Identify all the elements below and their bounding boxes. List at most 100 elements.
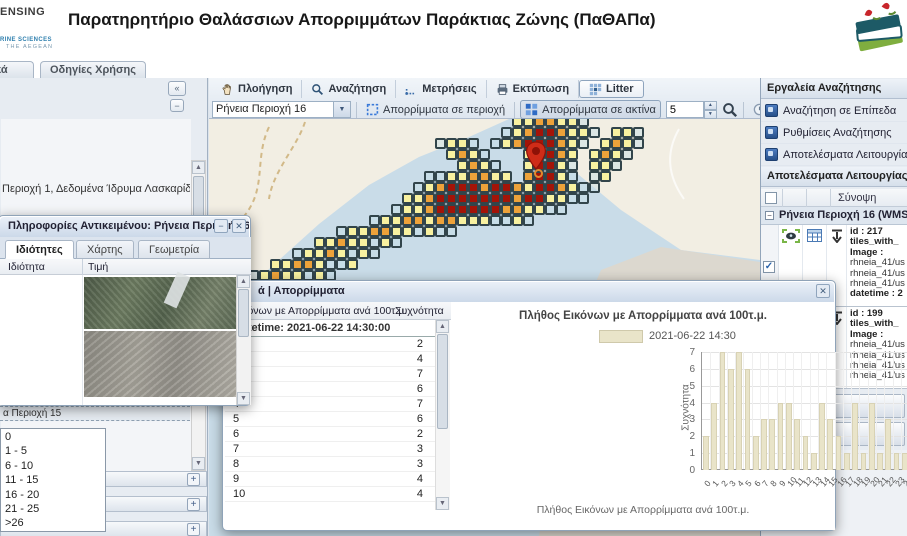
heat-cell <box>490 204 501 215</box>
scroll-down-icon[interactable]: ▼ <box>192 457 205 470</box>
table-row[interactable]: 27 <box>225 367 435 382</box>
heat-cell <box>545 204 556 215</box>
sidebar-item-results[interactable]: Αποτελέσματα Λειτουργίας Αναγν <box>761 144 907 166</box>
download-icon[interactable] <box>831 229 843 243</box>
map-marker-icon[interactable] <box>525 141 547 170</box>
tab-measure[interactable]: Μετρήσεις <box>396 80 486 98</box>
collapse-left-panel-button[interactable]: « <box>168 81 186 96</box>
minimize-icon[interactable]: − <box>214 219 228 233</box>
expand-icon[interactable]: + <box>187 473 200 486</box>
heat-cell <box>402 215 413 226</box>
grid-scrollbar[interactable]: ▲ ▼ <box>435 320 450 510</box>
scroll-up-icon[interactable]: ▲ <box>237 275 250 288</box>
heat-cell <box>435 171 446 182</box>
window-title[interactable]: Πληροφορίες Αντικειμένου: Ρήνεια Περιοχή… <box>0 217 249 237</box>
region-select[interactable]: Ρήνεια Περιοχή 16 <box>212 101 334 118</box>
feature-info-window[interactable]: Πληροφορίες Αντικειμένου: Ρήνεια Περιοχή… <box>0 215 251 406</box>
tab-litter[interactable]: Litter <box>579 80 644 98</box>
seafloor-photo[interactable] <box>84 277 236 329</box>
table-row[interactable]: 02 <box>225 337 435 352</box>
heatmap-grid[interactable] <box>248 119 655 303</box>
column-header-count[interactable]: Εικόνων με Απορρίμματα ανά 100τ.μ. <box>233 305 407 317</box>
wms-tree-header[interactable]: Ρήνεια Περιοχή 16 (WMS) <box>761 207 907 225</box>
heat-cell <box>600 149 611 160</box>
expand-icon[interactable]: + <box>187 498 200 511</box>
tree-collapse-icon[interactable]: − <box>765 211 774 220</box>
legend-item[interactable]: 11 - 15 <box>1 473 105 487</box>
minimize-button[interactable]: − <box>170 99 184 112</box>
summary-column-header[interactable]: Σύνοψη <box>838 192 876 204</box>
litter-in-radius-button[interactable]: Απορρίμματα σε ακτίνα <box>520 100 661 119</box>
select-all-checkbox[interactable] <box>765 192 777 204</box>
books-logo-icon <box>845 1 907 59</box>
close-icon[interactable]: ✕ <box>816 284 830 298</box>
spin-down-icon[interactable]: ▼ <box>704 110 717 119</box>
heat-cell <box>479 149 490 160</box>
table-row[interactable]: 56 <box>225 412 435 427</box>
scroll-up-icon[interactable]: ▲ <box>436 320 449 333</box>
scroll-thumb[interactable] <box>238 289 249 337</box>
table-row[interactable]: 47 <box>225 397 435 412</box>
results-section-header[interactable]: Αποτελέσματα Λειτουργίας Αναγ <box>761 167 907 187</box>
tab-navigation[interactable]: Πλοήγηση <box>212 80 302 98</box>
radius-input[interactable] <box>666 101 704 118</box>
column-header-value[interactable]: Τιμή <box>88 261 108 273</box>
legend-item[interactable]: 21 - 25 <box>1 502 105 516</box>
heat-cell <box>479 171 490 182</box>
column-header-frequency[interactable]: Συχνότητα <box>395 305 444 317</box>
tab-general[interactable]: ικά <box>0 61 34 78</box>
window-title[interactable]: ά | Απορρίμματα <box>224 282 834 302</box>
legend-item[interactable]: 16 - 20 <box>1 488 105 502</box>
column-header-attribute[interactable]: Ιδιότητα <box>8 261 45 273</box>
scroll-down-icon[interactable]: ▼ <box>436 497 449 510</box>
legend-item[interactable]: 1 - 5 <box>1 444 105 458</box>
heat-cell <box>347 248 358 259</box>
scroll-down-icon[interactable]: ▼ <box>237 392 250 405</box>
tab-user-guide[interactable]: Οδηγίες Χρήσης <box>40 61 146 78</box>
sidebar-item-label: Αναζήτηση σε Επίπεδα <box>783 105 896 117</box>
tab-map[interactable]: Χάρτης <box>76 240 134 259</box>
table-row[interactable]: 83 <box>225 457 435 472</box>
table-row[interactable]: 36 <box>225 382 435 397</box>
spin-up-icon[interactable]: ▲ <box>704 101 717 110</box>
tree-item-region15[interactable]: α Περιοχή 15 <box>0 406 190 421</box>
row-checkbox[interactable]: ✓ <box>763 261 775 273</box>
bar <box>703 436 709 470</box>
bar <box>811 453 817 470</box>
litter-chart-window[interactable]: ά | Απορρίμματα ✕ Εικόνων με Απορρίμματα… <box>222 280 836 531</box>
tab-print[interactable]: Εκτύπωση <box>487 80 579 98</box>
table-row[interactable]: 62 <box>225 427 435 442</box>
legend-item[interactable]: >26 <box>1 516 105 530</box>
tab-geometry[interactable]: Γεωμετρία <box>138 240 210 259</box>
radius-spinner[interactable]: ▲▼ <box>704 101 717 118</box>
expand-icon[interactable]: + <box>187 523 200 536</box>
seafloor-photo[interactable] <box>84 331 236 397</box>
close-icon[interactable]: ✕ <box>232 219 246 233</box>
heat-cell <box>446 149 457 160</box>
eye-focus-icon[interactable] <box>782 229 800 243</box>
sidebar-item-search-settings[interactable]: Ρυθμίσεις Αναζήτησης <box>761 122 907 144</box>
legend-item[interactable]: 6 - 10 <box>1 459 105 473</box>
gridline <box>810 352 811 469</box>
legend-item[interactable]: 0 <box>1 430 105 444</box>
scroll-up-icon[interactable]: ▲ <box>192 161 205 174</box>
run-search-icon[interactable] <box>722 102 738 118</box>
heat-cell <box>435 193 446 204</box>
tab-search[interactable]: Αναζήτηση <box>302 80 396 98</box>
layer-list-item[interactable]: Περιοχή 1, Δεδομένα Ίδρυμα Λασκαρίδη, ΑΙ <box>2 183 190 195</box>
table-row[interactable]: 104 <box>225 487 435 502</box>
table-row[interactable]: 94 <box>225 472 435 487</box>
table-row[interactable]: 73 <box>225 442 435 457</box>
scroll-thumb[interactable] <box>437 334 448 429</box>
combo-arrow-icon[interactable]: ▼ <box>334 101 351 118</box>
sidebar-item-search-layers[interactable]: Αναζήτηση σε Επίπεδα <box>761 100 907 122</box>
heat-cell <box>600 160 611 171</box>
frequency-grid[interactable]: datetime: 2021-06-22 14:30:00 0214273647… <box>225 320 435 510</box>
info-scrollbar[interactable]: ▲ ▼ <box>236 275 251 405</box>
table-row[interactable]: 14 <box>225 352 435 367</box>
tab-properties[interactable]: Ιδιότητες <box>5 240 74 259</box>
table-icon[interactable] <box>807 229 822 242</box>
litter-in-area-button[interactable]: Απορρίμματα σε περιοχή <box>362 100 509 119</box>
search-tools-header[interactable]: Εργαλεία Αναζήτησης <box>761 79 907 99</box>
heat-cell <box>578 193 589 204</box>
